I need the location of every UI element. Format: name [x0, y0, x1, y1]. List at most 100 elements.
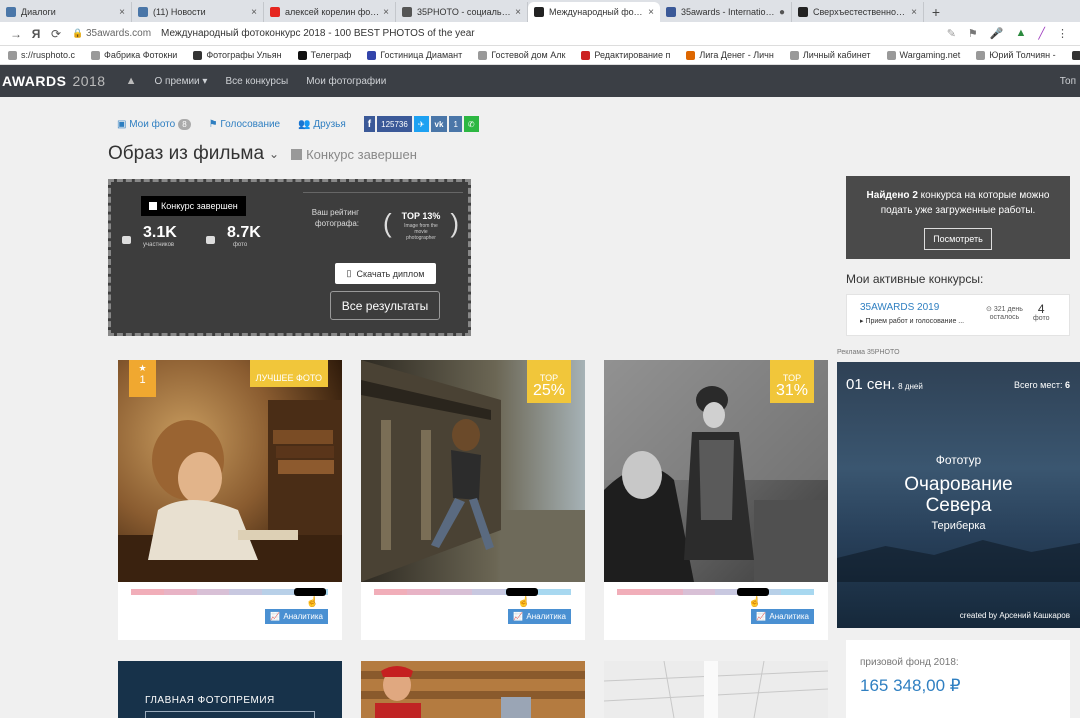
tab-favicon-icon	[402, 7, 412, 17]
new-tab-button[interactable]: +	[924, 2, 948, 22]
bookmark-item[interactable]: s://rusphoto.c	[0, 50, 83, 60]
best-photo-tag: ЛУЧШЕЕ ФОТО	[249, 360, 328, 387]
photo-card-5[interactable]	[361, 661, 585, 718]
bookmark-item[interactable]: Фотографы Ульян	[185, 50, 289, 60]
ad-label: Реклама 35PHOTO	[837, 349, 900, 356]
browser-tab[interactable]: (11) Новости ×	[132, 2, 264, 22]
nav-top[interactable]: Топ	[1060, 76, 1076, 87]
tab-title: Сверхъестественное 1,2,3	[813, 7, 907, 17]
facebook-icon[interactable]: f	[363, 116, 376, 132]
ad-location: Териберка	[931, 520, 986, 532]
all-results-button[interactable]: Все результаты	[330, 291, 440, 320]
browser-tab[interactable]: Диалоги ×	[0, 2, 132, 22]
ad-name: Очарование Севера	[904, 474, 1013, 516]
close-icon[interactable]: ×	[251, 7, 257, 18]
photo-card-3[interactable]: TOP 31% ☝ 📈 Аналитика	[604, 360, 828, 640]
bookmark-favicon-icon	[193, 50, 203, 60]
look-button[interactable]: Посмотреть	[924, 228, 992, 250]
prize-fund-label: призовой фонд 2018:	[860, 657, 959, 668]
url-field[interactable]: 🔒 35awards.com Международный фотоконкурс…	[72, 23, 941, 44]
nav-my-photos[interactable]: Мои фотографии	[306, 76, 386, 87]
bookmark-item[interactable]: Личный кабинет	[782, 50, 879, 60]
best-photo-ribbon: ★ 1	[129, 360, 156, 397]
friends-link[interactable]: 👥 Друзья	[298, 119, 346, 130]
tab-title: алексей корелин фотограф	[285, 7, 380, 17]
bookmark-favicon-icon	[789, 50, 799, 60]
ad-kind: Фототур	[935, 453, 982, 467]
bookmark-icon[interactable]: ⚑	[968, 27, 978, 40]
download-diploma-button[interactable]: ▯ Скачать диплом	[335, 263, 436, 284]
bookmark-item[interactable]: Лига Денег - Личн	[678, 50, 781, 60]
bell-icon[interactable]: ▲	[126, 75, 137, 87]
active-contest-title[interactable]: 35AWARDS 2019	[860, 302, 939, 313]
bookmark-item[interactable]: Телеграф	[290, 50, 360, 60]
photo-card-1[interactable]: ★ 1 ЛУЧШЕЕ ФОТО ☝ 📈 Аналитика	[118, 360, 342, 640]
close-icon[interactable]: ×	[119, 7, 125, 18]
forward-icon[interactable]: →	[6, 27, 26, 41]
banner-card[interactable]: ГЛАВНАЯ ФОТОПРЕМИЯ	[118, 661, 342, 718]
analytics-button[interactable]: 📈 Аналитика	[508, 609, 571, 624]
mic-icon[interactable]: 🎤	[990, 27, 1004, 40]
photo-ceiling	[604, 661, 828, 718]
bookmark-item[interactable]: Гостиница Диамант	[359, 50, 470, 60]
bookmark-item[interactable]: Юрий Толчиян -	[968, 50, 1063, 60]
photo-card-2[interactable]: TOP 25% ☝ 📈 Аналитика	[361, 360, 585, 640]
active-contest-card[interactable]: 35AWARDS 2019 ▸ Прием работ и голосовани…	[846, 294, 1070, 336]
close-icon[interactable]: ×	[383, 7, 389, 18]
pen-icon[interactable]: ╱	[1038, 27, 1045, 40]
contest-summary-box: Конкурс завершен 3.1K участников 8.7K фо…	[108, 179, 471, 336]
close-icon[interactable]: ×	[515, 7, 521, 18]
bookmark-favicon-icon	[297, 50, 307, 60]
chart-icon: 📈	[270, 612, 281, 621]
browser-tab[interactable]: 35PHOTO - социальная се×	[396, 2, 528, 22]
nav-all-contests[interactable]: Все конкурсы	[225, 76, 288, 87]
bookmark-item[interactable]: Деревянн	[1064, 50, 1080, 60]
top-percent-tag: TOP 31%	[769, 360, 814, 403]
my-photos-link[interactable]: ▣ Мои фото 8	[117, 118, 191, 130]
vk-icon[interactable]: vk	[430, 116, 448, 132]
bookmark-favicon-icon	[886, 50, 896, 60]
nav-about[interactable]: О премии ▾	[155, 76, 208, 87]
prize-fund-value: 165 348,00 ₽	[860, 676, 961, 695]
reload-icon[interactable]: ⟳	[46, 27, 66, 41]
yandex-icon[interactable]: Я	[26, 27, 46, 41]
bookmark-item[interactable]: Wargaming.net	[879, 50, 969, 60]
photo-card-6[interactable]	[604, 661, 828, 718]
browser-tab[interactable]: алексей корелин фотограф×	[264, 2, 396, 22]
analytics-button[interactable]: 📈 Аналитика	[265, 609, 328, 624]
clock-icon: ⊙	[986, 306, 992, 313]
found-text: Найдено 2 конкурса на которые можно пода…	[866, 190, 1050, 216]
analytics-button[interactable]: 📈 Аналитика	[751, 609, 814, 624]
close-icon[interactable]: ×	[648, 7, 654, 18]
bookmarks-bar: s://rusphoto.c Фабрика Фотокни Фотографы У…	[0, 46, 1080, 65]
tab-favicon-icon	[6, 7, 16, 17]
site-logo[interactable]: AWARDS 2018	[0, 73, 106, 89]
close-icon[interactable]: ●	[779, 7, 785, 18]
share-buttons: f 125736 ✈ vk 1 ✆	[363, 116, 479, 132]
browser-tab[interactable]: Международный фотоко ×	[528, 2, 660, 22]
rating-bar	[374, 588, 571, 596]
bookmark-item[interactable]: Гостевой дом Алк	[470, 50, 573, 60]
close-icon[interactable]: ×	[911, 7, 917, 18]
divider	[303, 192, 463, 193]
menu-icon[interactable]: ⋮	[1057, 27, 1068, 40]
extension-icon[interactable]: ▲	[1015, 27, 1026, 40]
bookmark-label: Гостиница Диамант	[380, 50, 463, 60]
file-icon: ▯	[346, 268, 352, 278]
pin-icon[interactable]: ✎	[947, 27, 956, 40]
bookmark-item[interactable]: Редактирование п	[573, 50, 678, 60]
bookmark-item[interactable]: Фабрика Фотокни	[83, 50, 185, 60]
bookmark-favicon-icon	[976, 50, 986, 60]
ad-banner[interactable]: 01 сен. 8 дней Всего мест: 6 Фототур Очар…	[837, 362, 1080, 628]
bookmark-label: Телеграф	[310, 50, 352, 60]
chevron-down-icon[interactable]: ⌄	[269, 147, 279, 161]
whatsapp-icon[interactable]: ✆	[463, 116, 479, 132]
voting-link[interactable]: ⚑ Голосование	[209, 119, 280, 130]
twitter-icon[interactable]: ✈	[413, 116, 429, 132]
active-contest-sub: ▸ Прием работ и голосование ...	[860, 318, 965, 325]
banner-frame	[145, 711, 315, 718]
contest-title-row: Образ из фильма ⌄ Конкурс завершен	[108, 143, 417, 165]
browser-tab[interactable]: Сверхъестественное 1,2,3 ×	[792, 2, 924, 22]
browser-tab[interactable]: 35awards - International ●	[660, 2, 792, 22]
bookmark-favicon-icon	[367, 50, 377, 60]
